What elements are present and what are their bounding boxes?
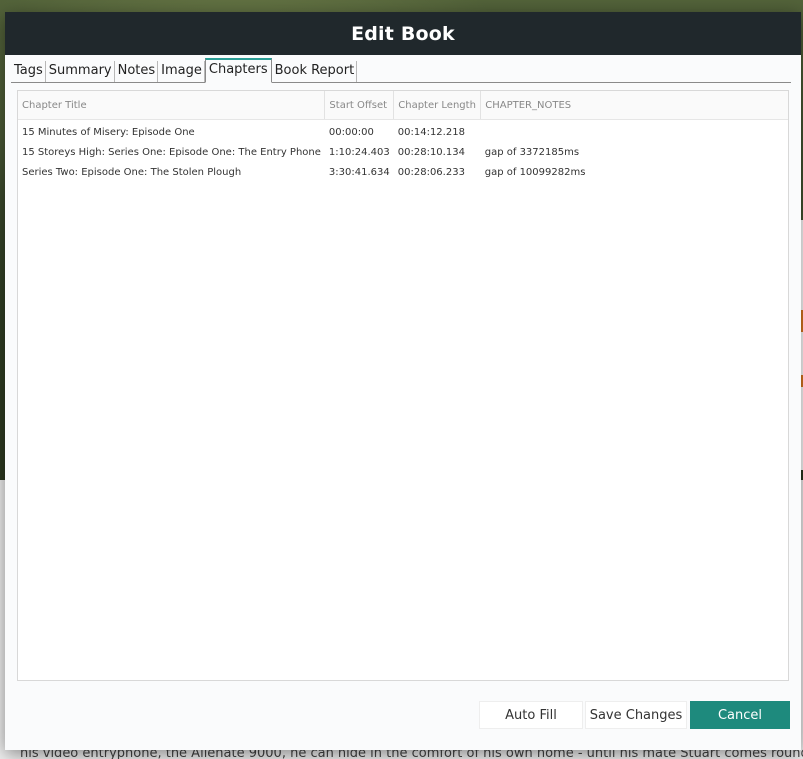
chapter-length-cell[interactable]: 00:28:10.134 — [394, 142, 481, 162]
chapter-title-cell[interactable]: Series Two: Episode One: The Stolen Plou… — [18, 162, 325, 182]
chapter-length-cell[interactable]: 00:28:06.233 — [394, 162, 481, 182]
chapter-notes-cell[interactable]: gap of 10099282ms — [481, 162, 788, 182]
column-header-start-offset[interactable]: Start Offset — [324, 91, 395, 120]
chapter-notes-cell[interactable] — [481, 120, 788, 143]
dialog-footer: Auto Fill Save Changes Cancel — [5, 688, 801, 750]
chapter-length-cell[interactable]: 00:14:12.218 — [394, 120, 481, 143]
chapter-title-cell[interactable]: 15 Storeys High: Series One: Episode One… — [18, 142, 325, 162]
start-offset-cell[interactable]: 00:00:00 — [325, 120, 394, 143]
chapter-notes-cell[interactable]: gap of 3372185ms — [481, 142, 788, 162]
tab-book-report[interactable]: Book Report — [271, 61, 358, 82]
cancel-button[interactable]: Cancel — [690, 701, 790, 729]
chapter-title-cell[interactable]: 15 Minutes of Misery: Episode One — [18, 120, 325, 143]
tab-image[interactable]: Image — [158, 61, 205, 82]
save-changes-button[interactable]: Save Changes — [585, 701, 687, 729]
chapters-table: Chapter Title Start Offset Chapter Lengt… — [18, 91, 788, 182]
edit-book-dialog: Edit Book Tags Summary Notes Image Chapt… — [5, 12, 801, 750]
start-offset-cell[interactable]: 1:10:24.403 — [325, 142, 394, 162]
table-row[interactable]: 15 Storeys High: Series One: Episode One… — [18, 142, 788, 162]
start-offset-cell[interactable]: 3:30:41.634 — [325, 162, 394, 182]
tab-bar: Tags Summary Notes Image Chapters Book R… — [11, 58, 791, 83]
column-header-chapter-title[interactable]: Chapter Title — [18, 91, 326, 120]
column-header-chapter-length[interactable]: Chapter Length — [393, 91, 482, 120]
auto-fill-button[interactable]: Auto Fill — [479, 701, 583, 729]
tab-summary[interactable]: Summary — [45, 61, 115, 82]
chapters-table-container: Chapter Title Start Offset Chapter Lengt… — [17, 90, 789, 681]
table-row[interactable]: 15 Minutes of Misery: Episode One 00:00:… — [18, 120, 788, 143]
dialog-header: Edit Book — [5, 12, 801, 55]
table-header-row: Chapter Title Start Offset Chapter Lengt… — [18, 91, 788, 120]
dialog-title: Edit Book — [351, 22, 455, 45]
tab-notes[interactable]: Notes — [114, 61, 159, 82]
tab-tags[interactable]: Tags — [11, 61, 46, 82]
column-header-chapter-notes[interactable]: CHAPTER_NOTES — [480, 91, 788, 120]
table-row[interactable]: Series Two: Episode One: The Stolen Plou… — [18, 162, 788, 182]
tab-chapters[interactable]: Chapters — [204, 58, 272, 83]
